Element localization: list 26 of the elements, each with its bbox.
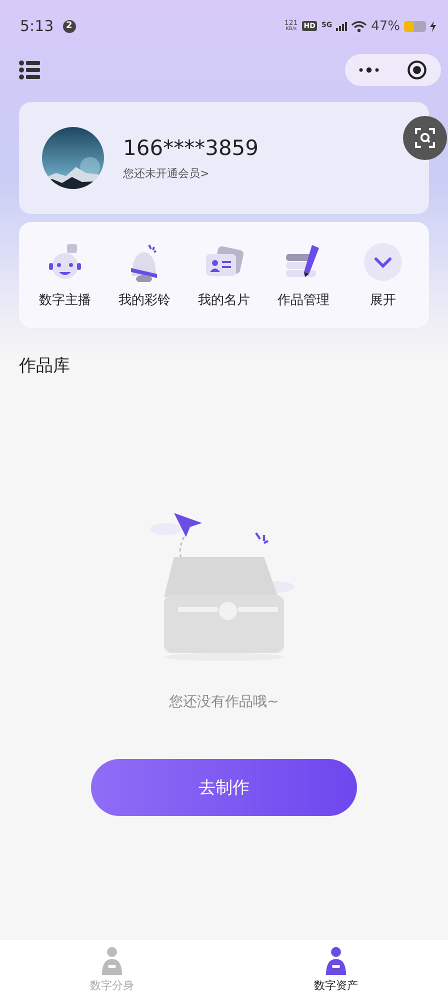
- tab-item[interactable]: 数字资产: [224, 940, 448, 1000]
- shortcut-item[interactable]: 作品管理: [264, 242, 344, 308]
- scan-button[interactable]: [403, 116, 447, 160]
- empty-message: 您还没有作品哦~: [169, 693, 279, 711]
- shortcut-item[interactable]: 我的名片: [184, 242, 264, 308]
- phone-number: 166****3859: [123, 136, 259, 160]
- wifi-icon: [351, 20, 368, 32]
- battery-percent: 47%: [371, 18, 400, 34]
- target-icon: [407, 60, 427, 80]
- menu-icon: [19, 60, 40, 80]
- shortcut-item[interactable]: 数字主播: [25, 242, 105, 308]
- membership-link[interactable]: 您还未开通会员>: [123, 166, 259, 180]
- person-icon: [99, 947, 125, 975]
- signal-icon: [336, 21, 348, 31]
- status-time: 5:13: [20, 17, 54, 35]
- create-button[interactable]: 去制作: [91, 759, 357, 816]
- battery-icon: [404, 20, 426, 32]
- section-title: 作品库: [19, 355, 71, 377]
- scan-icon: [415, 128, 435, 148]
- person-icon: [323, 947, 349, 975]
- chevron-down-icon: [363, 242, 404, 282]
- notification-badge: 2: [62, 20, 76, 32]
- shortcut-item[interactable]: 展开: [343, 242, 423, 308]
- charging-icon: [430, 20, 436, 32]
- more-icon: [359, 66, 379, 74]
- shortcut-item[interactable]: 我的彩铃: [104, 242, 184, 308]
